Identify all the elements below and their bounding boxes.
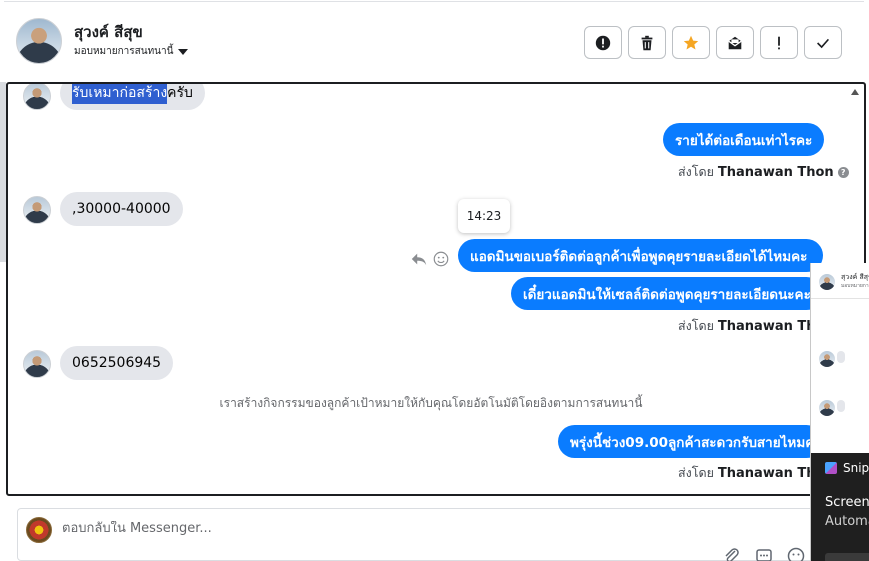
message-text: เดี๋ยวแอดมินให้เซลล์ติดต่อพูดคุยรายละเอี… <box>523 286 811 303</box>
preview-message <box>837 400 845 412</box>
contact-avatar-tiny <box>819 351 835 367</box>
assign-conversation-dropdown[interactable]: มอบหมายการสนทนานี้ <box>74 44 189 59</box>
snip-app-title: Snip <box>825 461 869 475</box>
preview-assign-label: มอบหมายการสนทนานี้ <box>841 283 869 289</box>
message-text: 0652506945 <box>72 355 162 371</box>
contact-avatar-small[interactable] <box>23 350 51 378</box>
scroll-up-arrow-icon[interactable] <box>851 89 859 95</box>
notification-body: Automa <box>825 514 869 529</box>
alert-circle-icon <box>595 35 611 50</box>
emoji-reaction-icon[interactable] <box>432 250 450 268</box>
outgoing-message[interactable]: รายได้ต่อเดือนเท่าไรคะ <box>663 123 825 156</box>
message-hover-tools <box>410 250 450 268</box>
inbox-page: สุวงค์ สีสุข มอบหมายการสนทนานี้ รับเหมาก… <box>0 0 869 561</box>
sent-by-label: ส่งโดย <box>678 164 714 179</box>
contact-avatar-small[interactable] <box>23 196 51 224</box>
check-icon <box>817 38 830 48</box>
snipping-tool-icon <box>825 462 837 474</box>
notification-title: Screens <box>825 495 869 510</box>
message-text: ครับ <box>167 85 193 101</box>
system-note: เราสร้างกิจกรรมของลูกค้าเป้าหมายให้กับคุ… <box>219 396 643 410</box>
reply-icon[interactable] <box>410 250 428 268</box>
message-text: รายได้ต่อเดือนเท่าไรคะ <box>675 132 813 149</box>
tooltip-time: 14:23 <box>466 209 502 223</box>
star-icon <box>683 35 699 49</box>
follow-up-button[interactable] <box>760 26 798 59</box>
emoji-icon[interactable] <box>786 546 806 561</box>
outgoing-message[interactable]: แอดมินขอเบอร์ติดต่อลูกค้าเพื่อพูดคุยรายล… <box>458 239 823 272</box>
caret-down-icon <box>178 48 189 55</box>
contact-avatar-tiny <box>819 274 835 290</box>
contact-avatar[interactable] <box>16 18 62 64</box>
attachment-icon[interactable] <box>722 546 742 561</box>
message-text: พรุ่งนี้ช่วง09.00ลูกค้าสะดวกรับสายไหมคะ <box>570 434 822 451</box>
divider <box>4 1 864 2</box>
message-text: แอดมินขอเบอร์ติดต่อลูกค้าเพื่อพูดคุยรายล… <box>470 248 808 265</box>
incoming-message[interactable]: 0652506945 <box>60 346 174 380</box>
incoming-message[interactable]: รับเหมาก่อสร้าง ครับ <box>60 84 205 110</box>
message-thread[interactable]: รับเหมาก่อสร้าง ครับ รายได้ต่อเดือนเท่าไ… <box>6 82 866 496</box>
sender-name: Thanawan Thon <box>717 164 834 180</box>
sent-by-label: ส่งโดย <box>678 465 714 480</box>
message-text: ,30000-40000 <box>72 201 171 217</box>
notification-action-button[interactable] <box>825 553 869 561</box>
incoming-message[interactable]: ,30000-40000 <box>60 192 183 226</box>
snip-notification[interactable]: Snip Screens Automa <box>811 453 869 561</box>
reply-composer <box>17 508 817 561</box>
floating-preview-window[interactable]: สุวงค์ สีสุข มอบหมายการสนทนานี้ Snip Scr… <box>810 263 869 561</box>
mark-spam-button[interactable] <box>584 26 622 59</box>
assign-label: มอบหมายการสนทนานี้ <box>74 46 174 57</box>
snip-label: Snip <box>843 461 869 475</box>
envelope-open-icon <box>728 36 742 49</box>
exclamation-icon <box>778 36 780 49</box>
header-actions <box>584 26 842 59</box>
contact-avatar-small[interactable] <box>23 84 51 110</box>
delete-button[interactable] <box>628 26 666 59</box>
outgoing-message[interactable]: เดี๋ยวแอดมินให้เซลล์ติดต่อพูดคุยรายละเอี… <box>511 277 823 310</box>
help-icon[interactable]: ? <box>837 166 849 178</box>
mark-unread-button[interactable] <box>716 26 754 59</box>
contact-name[interactable]: สุวงค์ สีสุข <box>74 20 143 44</box>
selected-text: รับเหมาก่อสร้าง <box>72 84 168 104</box>
trash-icon <box>641 35 653 50</box>
saved-replies-icon[interactable] <box>754 546 774 561</box>
reply-input[interactable] <box>62 521 662 536</box>
sent-by-label: ส่งโดย <box>678 318 714 333</box>
outgoing-message[interactable]: พรุ่งนี้ช่วง09.00ลูกค้าสะดวกรับสายไหมคะ <box>558 425 823 458</box>
star-button[interactable] <box>672 26 710 59</box>
contact-avatar-tiny <box>819 400 835 416</box>
preview-message <box>837 351 845 363</box>
mark-done-button[interactable] <box>804 26 842 59</box>
page-logo <box>26 517 52 543</box>
composer-tools <box>722 546 806 561</box>
sent-by-line: ส่งโดย Thanawan Thon ? <box>678 162 849 182</box>
timestamp-tooltip: 14:23 <box>458 199 510 233</box>
conversation-header: สุวงค์ สีสุข มอบหมายการสนทนานี้ <box>0 0 869 82</box>
preview-header: สุวงค์ สีสุข มอบหมายการสนทนานี้ <box>811 263 869 299</box>
